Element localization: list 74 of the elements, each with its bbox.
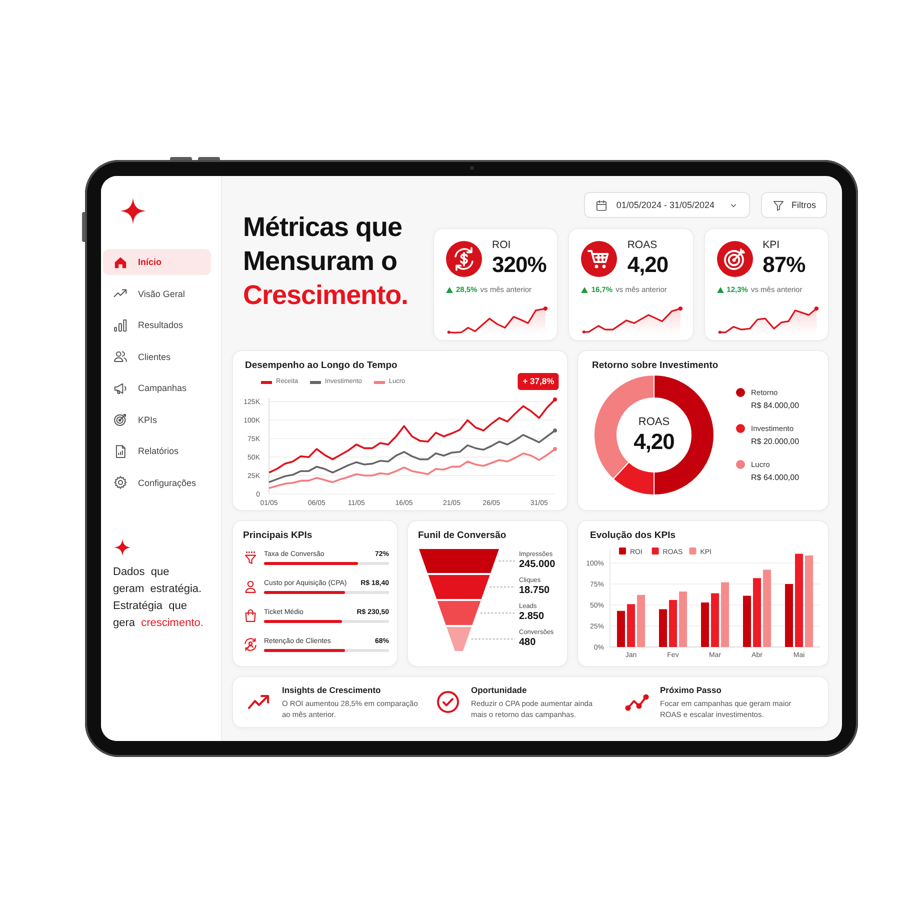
- page-title: Métricas que Mensuram o Crescimento.: [243, 211, 410, 312]
- growth-badge: + 37,8%: [518, 373, 560, 390]
- target-icon: [716, 241, 753, 277]
- filter-icon: [772, 198, 784, 212]
- bar-chart-icon: [113, 318, 128, 332]
- card-title: Desempenho ao Longo do Tempo: [245, 360, 398, 372]
- sparkle-icon: [114, 538, 131, 556]
- leader-line: [489, 586, 516, 588]
- nav-item[interactable]: Visão Geral: [103, 280, 211, 306]
- card-title: Funil de Conversão: [418, 530, 508, 542]
- person-refresh-icon: [243, 636, 258, 653]
- kpi-value: 87%: [762, 252, 806, 278]
- donut-center-label: ROAS: [638, 416, 670, 429]
- shopping-bag-icon: [243, 607, 258, 624]
- chart-bar: [753, 578, 761, 647]
- side-button[interactable]: [170, 157, 192, 160]
- stage-value: 18.750: [519, 585, 551, 597]
- nav-item[interactable]: Campanhas: [103, 375, 211, 401]
- report-icon: [113, 444, 128, 458]
- chart-bar: [669, 600, 677, 647]
- kpi-value: 4,20: [627, 252, 668, 278]
- chart-bar: [743, 596, 751, 647]
- nav-item[interactable]: Resultados: [103, 312, 211, 338]
- filter-button[interactable]: Filtros: [760, 192, 827, 218]
- stage-value: 245.000: [519, 559, 556, 571]
- insight-title: Oportunidade: [471, 684, 527, 696]
- nav-item[interactable]: Configurações: [103, 470, 211, 496]
- card-title: Evolução dos KPIs: [590, 530, 677, 542]
- stage-value: 2.850: [519, 611, 546, 623]
- sparkle-icon: [120, 198, 146, 224]
- legend-amount: R$ 20.000,00: [751, 436, 800, 446]
- leader-line: [470, 638, 516, 640]
- nav-item[interactable]: Clientes: [103, 344, 211, 370]
- date-range-picker[interactable]: 01/05/2024 - 31/05/2024: [584, 192, 750, 218]
- legend-amount: R$ 84.000,00: [751, 400, 800, 410]
- settings-icon: [113, 475, 128, 490]
- side-button[interactable]: [198, 157, 220, 160]
- chart-bar: [679, 592, 687, 647]
- person-icon: [243, 578, 258, 595]
- insight-title: Insights de Crescimento: [282, 684, 381, 696]
- check-circle-icon: [436, 690, 460, 714]
- donut-center-value: 4,20: [634, 429, 674, 454]
- chart-bar: [785, 584, 793, 647]
- chart-bar: [617, 610, 625, 647]
- leader-line: [480, 612, 516, 614]
- stage-value: 480: [519, 637, 537, 649]
- chart-bar: [721, 582, 729, 647]
- chart-bar: [701, 602, 709, 647]
- chart-bar: [637, 594, 645, 647]
- insight-title: Próximo Passo: [660, 684, 722, 696]
- chart-bar: [659, 609, 667, 647]
- megaphone-icon: [113, 380, 128, 396]
- nav-item[interactable]: Início: [103, 249, 211, 275]
- kpi-value: 320%: [492, 252, 546, 278]
- card-title: Retorno sobre Investimento: [592, 360, 720, 372]
- legend-amount: R$ 64.000,00: [751, 472, 800, 482]
- nav-item[interactable]: KPIs: [103, 406, 211, 432]
- chart-bar: [711, 593, 719, 647]
- leader-line: [498, 560, 516, 562]
- card-title: Principais KPIs: [243, 530, 314, 542]
- users-icon: [113, 349, 128, 364]
- cart-icon: [581, 241, 618, 277]
- camera-icon: [470, 166, 474, 170]
- chart-bar: [627, 604, 635, 647]
- nav-item[interactable]: Relatórios: [103, 438, 211, 464]
- calendar-icon: [595, 198, 608, 212]
- funnel-icon: [243, 549, 258, 566]
- home-icon: [113, 254, 128, 270]
- target-icon: [113, 412, 128, 427]
- dollar-arrows-icon: [446, 241, 482, 277]
- tagline: Dados que geram estratégia. Estratégia que gera crescimento.: [113, 564, 204, 630]
- kpi-label: KPI: [762, 239, 780, 252]
- kpi-label: ROAS: [627, 239, 658, 252]
- kpi-label: ROI: [492, 239, 511, 252]
